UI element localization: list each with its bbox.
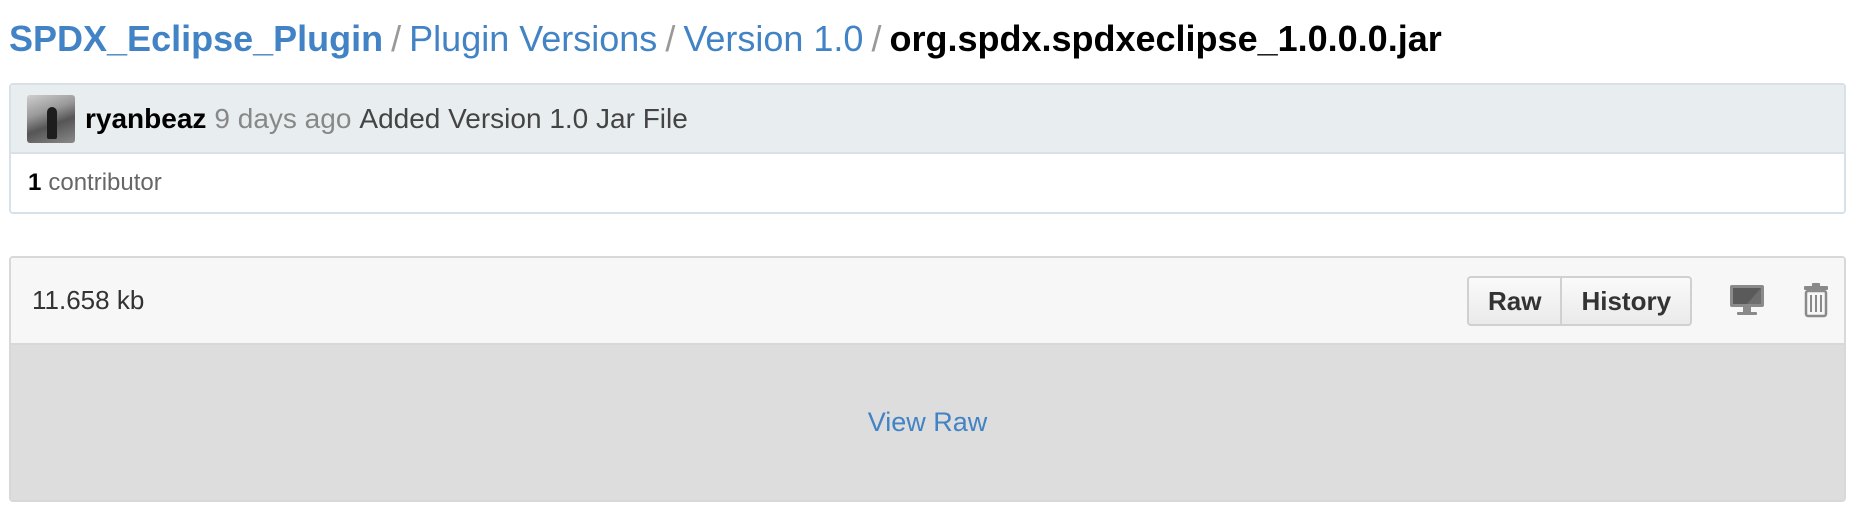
- breadcrumb-separator: /: [665, 18, 676, 59]
- contributors-row[interactable]: 1 contributor: [11, 154, 1844, 212]
- file-preview-area: View Raw: [11, 345, 1844, 500]
- file-size: 11.658 kb: [32, 285, 145, 315]
- desktop-icon[interactable]: [1727, 280, 1767, 320]
- history-button[interactable]: History: [1560, 278, 1690, 324]
- contributor-count: 1: [28, 169, 42, 196]
- commit-age: 9 days ago: [214, 102, 352, 134]
- commit-author-link[interactable]: ryanbeaz: [85, 103, 206, 135]
- breadcrumb-repo-link[interactable]: SPDX_Eclipse_Plugin: [9, 18, 383, 59]
- file-actions-button-group: Raw History: [1467, 276, 1693, 326]
- breadcrumb-separator: /: [391, 18, 402, 59]
- breadcrumb-folder-plugin-versions[interactable]: Plugin Versions: [409, 18, 657, 59]
- file-box: 11.658 kb Raw History View Raw: [9, 256, 1846, 502]
- breadcrumb-separator: /: [871, 18, 882, 59]
- file-header: 11.658 kb Raw History: [11, 258, 1844, 345]
- contributor-label: contributor: [48, 169, 162, 196]
- commit-message-link[interactable]: Added Version 1.0 Jar File: [359, 103, 687, 135]
- breadcrumb-file-name: org.spdx.spdxeclipse_1.0.0.0.jar: [889, 18, 1442, 59]
- view-raw-link[interactable]: View Raw: [868, 407, 988, 438]
- commit-info-box: ryanbeaz 9 days ago Added Version 1.0 Ja…: [9, 83, 1846, 214]
- breadcrumb-folder-version[interactable]: Version 1.0: [683, 18, 863, 59]
- trash-icon[interactable]: [1796, 280, 1836, 320]
- breadcrumb: SPDX_Eclipse_Plugin / Plugin Versions / Vers…: [9, 14, 1442, 64]
- raw-button[interactable]: Raw: [1469, 278, 1560, 324]
- user-avatar[interactable]: [27, 94, 75, 143]
- commit-header: ryanbeaz 9 days ago Added Version 1.0 Ja…: [11, 85, 1844, 154]
